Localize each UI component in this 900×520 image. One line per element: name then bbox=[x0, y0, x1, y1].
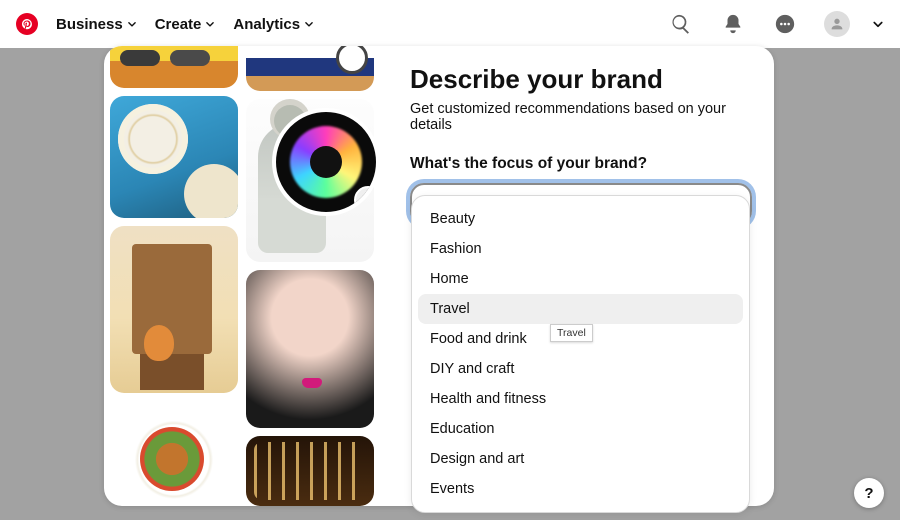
account-menu[interactable] bbox=[820, 7, 854, 41]
nav-business[interactable]: Business bbox=[56, 16, 137, 33]
field-label-focus: What's the focus of your brand? bbox=[410, 155, 752, 173]
tooltip: Travel bbox=[550, 324, 593, 342]
help-button-label: ? bbox=[864, 485, 873, 502]
collage-pin bbox=[110, 96, 238, 219]
dropdown-option[interactable]: Health and fitness bbox=[418, 384, 743, 414]
page-subtitle: Get customized recommendations based on … bbox=[410, 101, 752, 133]
nav-create[interactable]: Create bbox=[155, 16, 216, 33]
nav-create-label: Create bbox=[155, 16, 202, 33]
nav-analytics-label: Analytics bbox=[233, 16, 300, 33]
dropdown-option[interactable]: Home bbox=[418, 264, 743, 294]
profile-avatar[interactable] bbox=[272, 108, 380, 216]
nav-analytics[interactable]: Analytics bbox=[233, 16, 314, 33]
dropdown-option[interactable]: Education bbox=[418, 414, 743, 444]
dropdown-option[interactable]: Fashion bbox=[418, 234, 743, 264]
chat-icon bbox=[774, 13, 796, 35]
collage-pin bbox=[246, 270, 374, 428]
dropdown-option[interactable]: Design and art bbox=[418, 444, 743, 474]
bell-icon bbox=[722, 13, 744, 35]
chevron-down-icon bbox=[205, 19, 215, 29]
collage-pin bbox=[110, 401, 238, 506]
collage-pin bbox=[246, 46, 374, 91]
notifications-button[interactable] bbox=[716, 7, 750, 41]
page-title: Describe your brand bbox=[410, 64, 752, 95]
collage-pin bbox=[246, 436, 374, 506]
dropdown-option[interactable]: Travel bbox=[418, 294, 743, 324]
pinterest-logo[interactable] bbox=[16, 13, 38, 35]
top-nav: Business Create Analytics bbox=[0, 0, 900, 48]
avatar-icon bbox=[824, 11, 850, 37]
chevron-down-icon bbox=[127, 19, 137, 29]
dropdown-option[interactable]: Beauty bbox=[418, 204, 743, 234]
pencil-icon bbox=[362, 194, 374, 206]
dropdown-option[interactable]: DIY and craft bbox=[418, 354, 743, 384]
collage-pin bbox=[110, 46, 238, 88]
chevron-down-icon bbox=[304, 19, 314, 29]
messages-button[interactable] bbox=[768, 7, 802, 41]
nav-business-label: Business bbox=[56, 16, 123, 33]
dropdown-option[interactable]: Events bbox=[418, 474, 743, 504]
collage-pin bbox=[110, 226, 238, 393]
brand-focus-dropdown[interactable]: BeautyFashionHomeTravelFood and drinkDIY… bbox=[411, 195, 750, 513]
help-button[interactable]: ? bbox=[854, 478, 884, 508]
search-icon bbox=[670, 13, 692, 35]
search-button[interactable] bbox=[664, 7, 698, 41]
pinterest-icon bbox=[21, 18, 33, 30]
chevron-down-icon[interactable] bbox=[872, 18, 884, 30]
